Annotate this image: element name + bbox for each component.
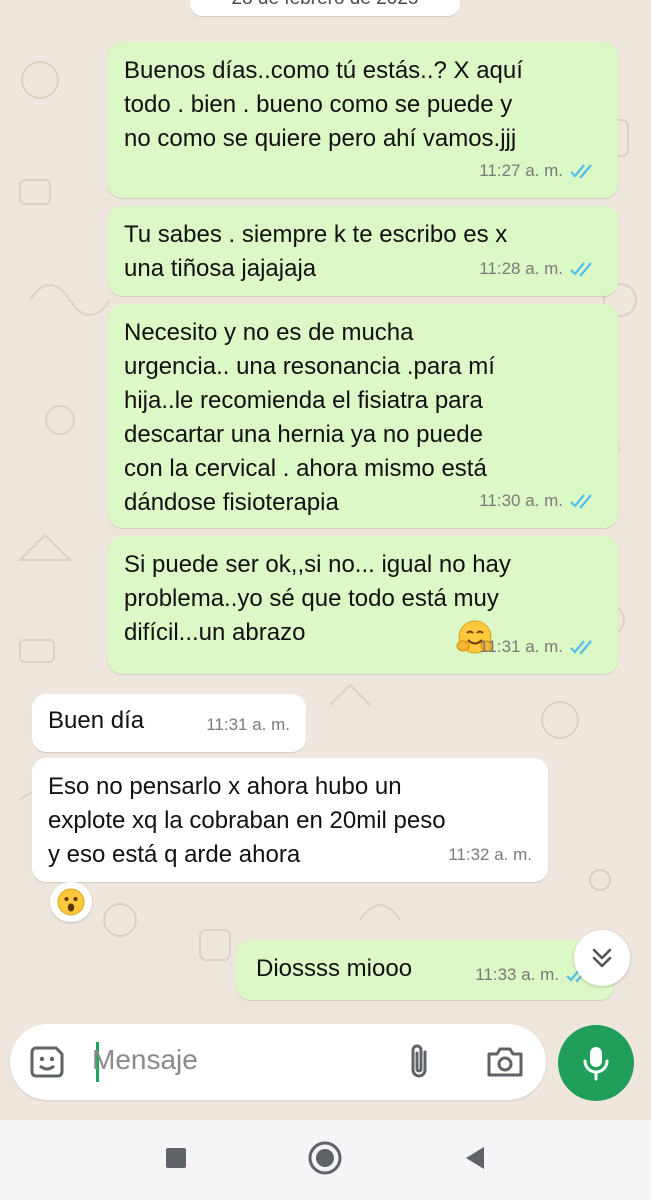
message-meta: 11:32 a. m. bbox=[448, 838, 532, 872]
message-input[interactable]: Mensaje bbox=[92, 1044, 198, 1076]
sticker-icon[interactable] bbox=[30, 1044, 66, 1080]
nav-back-icon[interactable] bbox=[462, 1145, 486, 1171]
message-time: 11:31 a. m. bbox=[206, 715, 290, 734]
message-time: 11:33 a. m. bbox=[475, 965, 559, 984]
read-ticks-icon bbox=[570, 164, 592, 179]
message-meta: 11:31 a. m. bbox=[479, 630, 596, 664]
incoming-message[interactable]: Buen día 11:31 a. m. bbox=[32, 694, 306, 752]
android-nav-bar bbox=[0, 1120, 651, 1200]
message-reaction[interactable] bbox=[50, 882, 92, 922]
read-ticks-icon bbox=[570, 640, 592, 655]
outgoing-message[interactable]: Buenos días..como tú estás..? X aquí tod… bbox=[108, 42, 618, 198]
nav-home-icon[interactable] bbox=[307, 1140, 343, 1176]
read-ticks-icon bbox=[570, 494, 592, 509]
chat-area[interactable]: 28 de febrero de 2025 Buenos días..como … bbox=[0, 0, 651, 1120]
message-text: Buenos días..como tú estás..? X aquí tod… bbox=[124, 57, 523, 152]
outgoing-message[interactable]: Si puede ser ok,,si no... igual no hay p… bbox=[108, 536, 618, 674]
mic-icon bbox=[583, 1047, 609, 1081]
nav-square-icon[interactable] bbox=[164, 1146, 188, 1170]
date-chip: 28 de febrero de 2025 bbox=[190, 0, 460, 16]
incoming-message[interactable]: Eso no pensarlo x ahora hubo un explote … bbox=[32, 758, 548, 882]
message-meta: 11:27 a. m. bbox=[479, 154, 596, 188]
voice-record-button[interactable] bbox=[558, 1025, 634, 1101]
message-time: 11:32 a. m. bbox=[448, 845, 532, 864]
message-time: 11:31 a. m. bbox=[479, 637, 563, 656]
camera-icon[interactable] bbox=[486, 1046, 524, 1078]
scroll-down-icon bbox=[592, 948, 612, 968]
read-ticks-icon bbox=[570, 262, 592, 277]
message-meta: 11:28 a. m. bbox=[479, 252, 596, 286]
outgoing-message[interactable]: Necesito y no es de mucha urgencia.. una… bbox=[108, 304, 618, 528]
attach-icon[interactable] bbox=[406, 1042, 432, 1082]
message-composer[interactable]: Mensaje bbox=[10, 1024, 546, 1100]
outgoing-message[interactable]: Diossss miooo 11:33 a. m. bbox=[236, 940, 614, 1000]
message-meta: 11:30 a. m. bbox=[479, 484, 596, 518]
message-time: 11:28 a. m. bbox=[479, 259, 563, 278]
outgoing-message[interactable]: Tu sabes . siempre k te escribo es x una… bbox=[108, 206, 618, 296]
message-time: 11:27 a. m. bbox=[479, 161, 563, 180]
scroll-down-button[interactable] bbox=[574, 930, 630, 986]
surprised-emoji bbox=[57, 888, 85, 916]
message-meta: 11:31 a. m. bbox=[206, 708, 290, 742]
message-time: 11:30 a. m. bbox=[479, 491, 563, 510]
